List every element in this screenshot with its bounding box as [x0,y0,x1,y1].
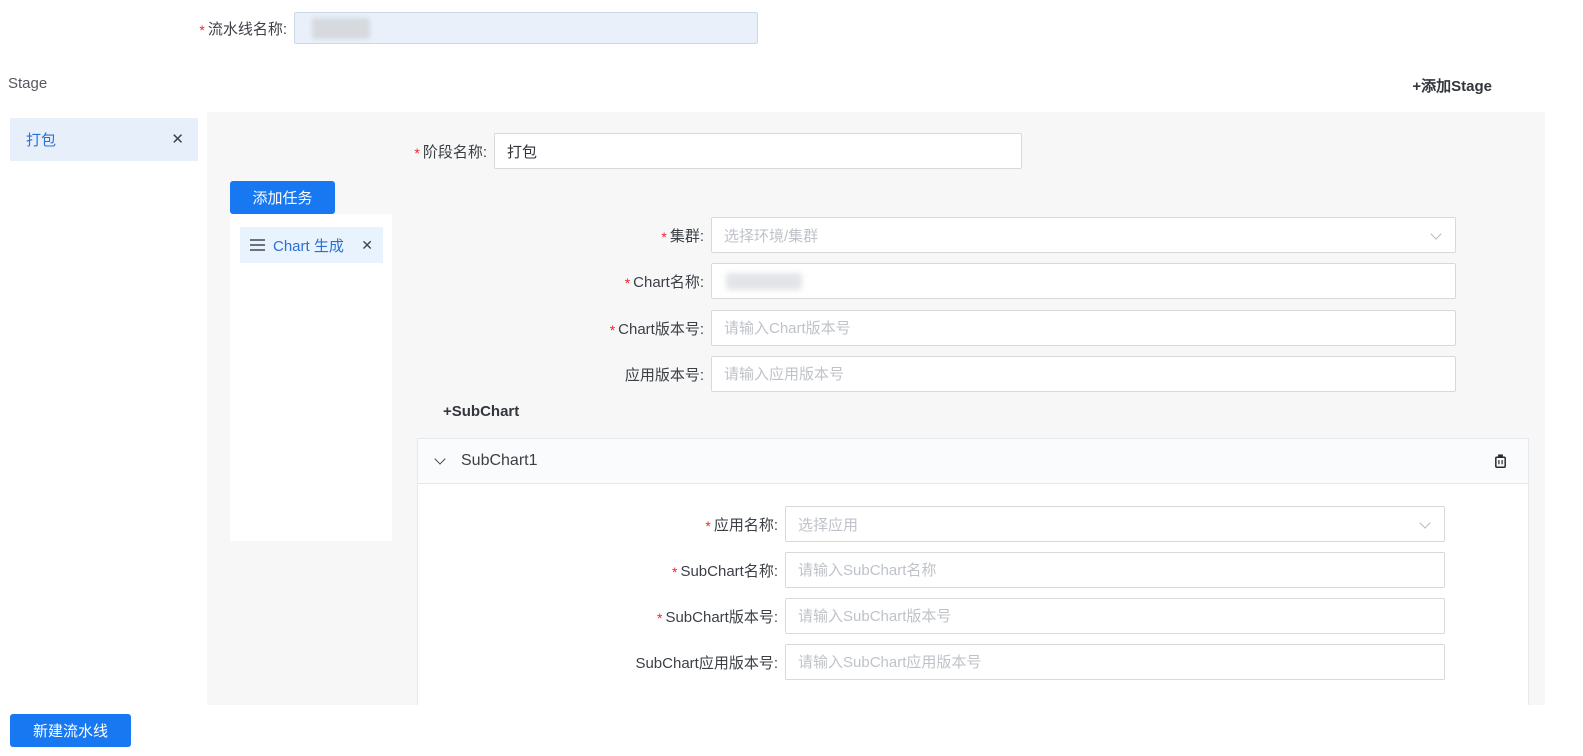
redacted-value [312,18,370,39]
subchart-name-label-text: SubChart名称: [680,560,778,581]
pipeline-editor-page: * 流水线名称: Stage +添加Stage 打包 ✕ * 阶段名称: 添加任… [0,0,1583,756]
task-item-label: Chart 生成 [273,235,352,256]
subchart-app-name-label: * 应用名称: [598,514,778,535]
required-marker: * [199,22,204,38]
subchart-panel: SubChart1 * 应用名称: 选择应用 [417,438,1529,705]
app-version-row: 应用版本号: [537,356,1456,392]
stage-tab-dabao[interactable]: 打包 ✕ [10,118,198,161]
required-marker: * [610,322,615,338]
chart-version-label: * Chart版本号: [537,318,704,339]
add-subchart-button[interactable]: +SubChart [443,403,519,420]
stage-panel: * 阶段名称: 添加任务 Chart 生成 ✕ * 集群: 选择环境/集群 [207,112,1545,705]
required-marker: * [625,275,630,291]
subchart-version-label: * SubChart版本号: [598,606,778,627]
chart-version-input[interactable] [711,310,1456,346]
cluster-label-text: 集群: [670,225,704,246]
stage-section-title: Stage [8,75,47,92]
pipeline-name-label: * 流水线名称: [150,18,287,39]
chart-name-row: * Chart名称: [537,263,1456,299]
create-pipeline-button[interactable]: 新建流水线 [10,714,131,747]
required-marker: * [672,564,677,580]
subchart-app-version-input[interactable] [785,644,1445,680]
app-version-input[interactable] [711,356,1456,392]
subchart-app-name-row: * 应用名称: 选择应用 [598,506,1445,542]
app-version-label-text: 应用版本号: [625,364,704,385]
subchart-app-name-label-text: 应用名称: [714,514,778,535]
cluster-select-placeholder: 选择环境/集群 [724,225,818,246]
subchart-name-label: * SubChart名称: [598,560,778,581]
chevron-down-icon[interactable] [434,453,445,464]
subchart-version-row: * SubChart版本号: [598,598,1445,634]
subchart-app-select[interactable]: 选择应用 [785,506,1445,542]
pipeline-name-row: * 流水线名称: [150,12,758,44]
chart-name-label-text: Chart名称: [633,271,704,292]
task-item-chart-generate[interactable]: Chart 生成 ✕ [240,227,383,263]
subchart-name-input[interactable] [785,552,1445,588]
subchart-header[interactable]: SubChart1 [418,439,1528,484]
close-icon[interactable]: ✕ [171,132,184,147]
required-marker: * [661,229,666,245]
subchart-app-select-placeholder: 选择应用 [798,514,858,535]
close-icon[interactable]: ✕ [361,238,373,252]
subchart-name-row: * SubChart名称: [598,552,1445,588]
pipeline-name-label-text: 流水线名称: [208,18,287,39]
subchart-title: SubChart1 [461,452,538,470]
cluster-label: * 集群: [537,225,704,246]
chart-version-label-text: Chart版本号: [618,318,704,339]
chart-version-row: * Chart版本号: [537,310,1456,346]
app-version-label: 应用版本号: [537,364,704,385]
chevron-down-icon [1419,517,1430,528]
subchart-app-version-row: SubChart应用版本号: [598,644,1445,680]
required-marker: * [414,145,419,161]
add-task-button[interactable]: 添加任务 [230,181,335,214]
cluster-select[interactable]: 选择环境/集群 [711,217,1456,253]
drag-handle-icon[interactable] [250,244,265,246]
subchart-version-label-text: SubChart版本号: [665,606,778,627]
subchart-version-input[interactable] [785,598,1445,634]
chevron-down-icon [1430,228,1441,239]
stage-name-label-text: 阶段名称: [423,141,487,162]
stage-name-row: * 阶段名称: [377,133,1022,169]
stage-tab-label: 打包 [26,129,171,150]
cluster-row: * 集群: 选择环境/集群 [537,217,1456,253]
task-list-panel: Chart 生成 ✕ [230,214,392,541]
delete-subchart-button[interactable] [1493,453,1508,469]
subchart-app-version-label: SubChart应用版本号: [598,652,778,673]
subchart-app-version-label-text: SubChart应用版本号: [635,652,778,673]
required-marker: * [657,610,662,626]
add-stage-button[interactable]: +添加Stage [1412,75,1492,96]
stage-name-label: * 阶段名称: [377,141,487,162]
stage-name-input[interactable] [494,133,1022,169]
pipeline-name-input[interactable] [294,12,758,44]
redacted-value [726,273,802,290]
trash-icon [1493,453,1508,469]
chart-name-label: * Chart名称: [537,271,704,292]
chart-name-input[interactable] [711,263,1456,299]
required-marker: * [705,518,710,534]
